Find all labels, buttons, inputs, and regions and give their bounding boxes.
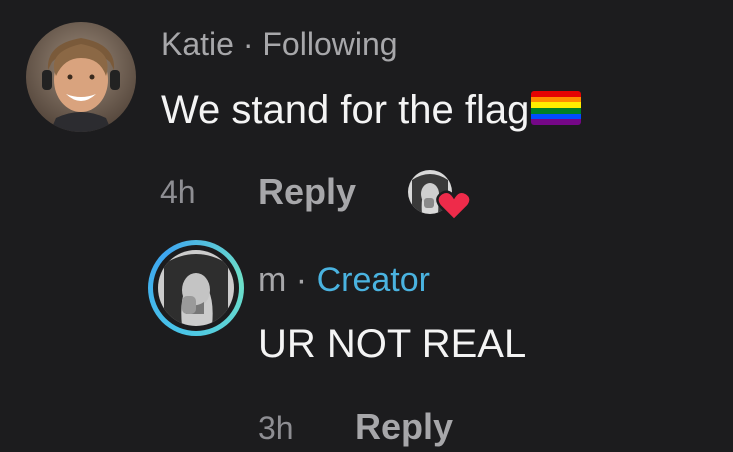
- comment-meta: Katie · Following: [161, 24, 398, 64]
- comment-body: We stand for the flag: [161, 88, 530, 132]
- author-name[interactable]: m: [258, 261, 286, 299]
- creator-liked-indicator: [408, 168, 472, 222]
- reply-button[interactable]: Reply: [258, 170, 356, 214]
- creator-badge: Creator: [316, 261, 430, 299]
- comment-body: UR NOT REAL: [258, 322, 527, 366]
- commenter-avatar[interactable]: [26, 22, 136, 132]
- reply-button[interactable]: Reply: [355, 405, 453, 449]
- comment-text: We stand for the flag: [161, 86, 582, 134]
- creator-avatar-image: [158, 250, 234, 326]
- following-label: Following: [262, 26, 398, 62]
- rainbow-flag-icon: [531, 91, 582, 125]
- comment-timestamp: 3h: [258, 410, 294, 446]
- comment-meta: m · Creator: [258, 260, 430, 300]
- comment-timestamp: 4h: [160, 174, 196, 210]
- heart-icon: [436, 190, 472, 222]
- meta-separator: ·: [242, 26, 254, 62]
- author-name[interactable]: Katie: [161, 26, 234, 62]
- creator-avatar[interactable]: [148, 240, 244, 336]
- meta-separator: ·: [295, 261, 308, 299]
